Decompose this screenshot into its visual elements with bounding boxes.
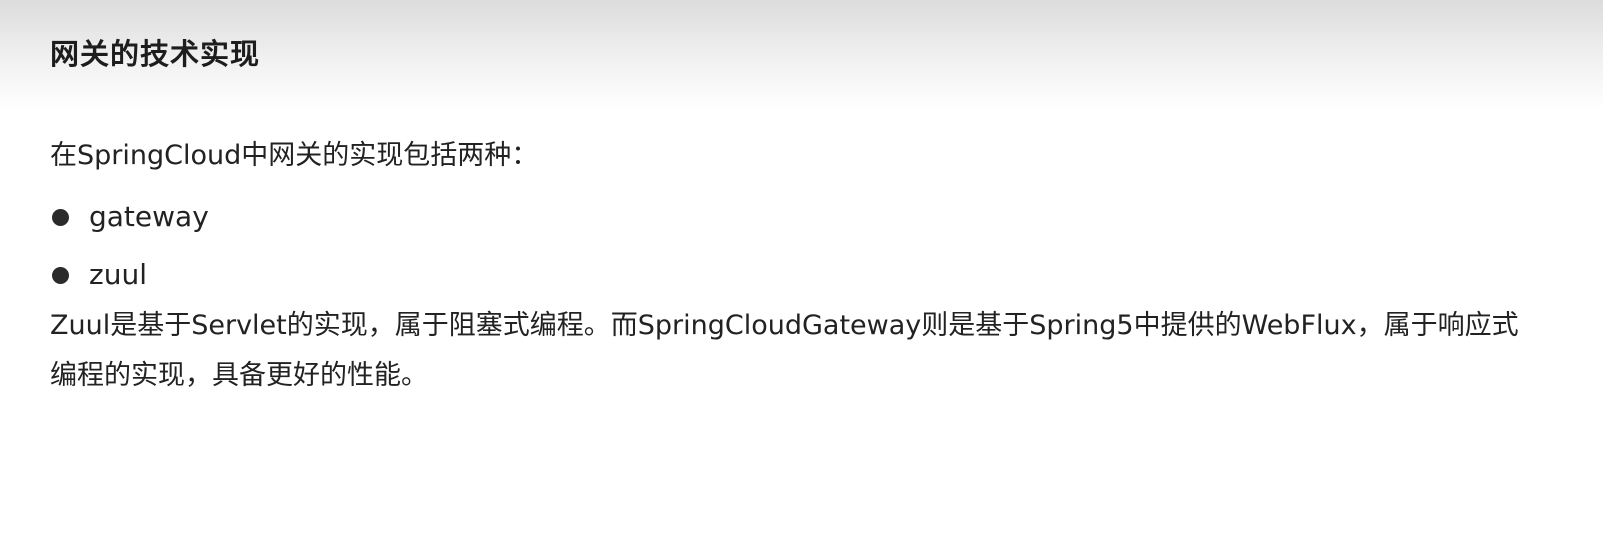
- intro-text: 在SpringCloud中网关的实现包括两种：: [50, 140, 539, 171]
- list-item: gateway: [50, 188, 209, 246]
- bullet-list: gateway zuul: [50, 188, 209, 304]
- bullet-icon: [52, 266, 69, 284]
- bullet-icon: [52, 208, 69, 226]
- page-title: 网关的技术实现: [50, 37, 261, 71]
- list-item-text: gateway: [89, 200, 209, 233]
- body-paragraph: Zuul是基于Servlet的实现，属于阻塞式编程。而SpringCloudGa…: [50, 310, 1519, 391]
- list-item: zuul: [50, 246, 209, 304]
- document-page: 网关的技术实现 在SpringCloud中网关的实现包括两种： gateway …: [0, 0, 1603, 535]
- list-item-text: zuul: [89, 258, 147, 291]
